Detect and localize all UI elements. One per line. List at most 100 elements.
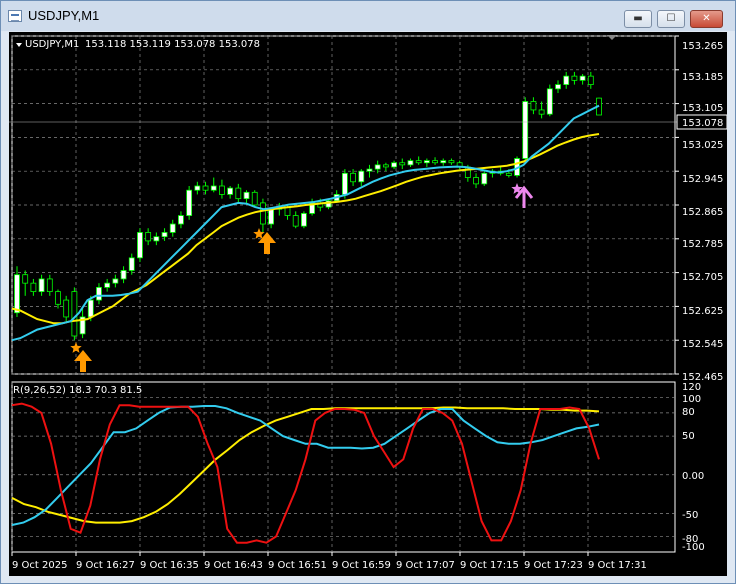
price-tick: 153.105: [682, 103, 723, 114]
candle-body: [161, 232, 168, 238]
candle-body: [194, 185, 201, 191]
close-button[interactable]: ✕: [690, 10, 723, 28]
candle-body: [399, 162, 406, 166]
candle-body: [38, 278, 45, 293]
candle-body: [571, 75, 578, 81]
candle-body: [432, 160, 438, 164]
time-tick: 9 Oct 16:27: [76, 560, 135, 571]
candle-body: [235, 187, 242, 200]
oscillator-lines: [11, 402, 600, 544]
candles: [14, 71, 602, 341]
buy-arrow-icon: [74, 350, 92, 372]
candle-body: [481, 172, 488, 185]
candle-body: [505, 172, 512, 176]
time-tick: 9 Oct 17:07: [396, 560, 455, 571]
osc-tick: 120: [682, 382, 701, 393]
candle-body: [358, 170, 365, 183]
candle-body: [579, 75, 586, 81]
candle-body: [366, 168, 373, 172]
time-tick: 9 Oct 17:31: [588, 560, 647, 571]
time-tick: 9 Oct 16:43: [204, 560, 263, 571]
candle-body: [169, 223, 176, 233]
candle-body: [145, 232, 152, 242]
chart-shift-icon[interactable]: [607, 35, 617, 40]
candle-body: [14, 274, 20, 314]
time-tick: 9 Oct 16:51: [268, 560, 327, 571]
candle-body: [415, 160, 422, 164]
candle-body: [391, 162, 397, 168]
candle-body: [555, 84, 561, 90]
candle-body: [407, 160, 414, 166]
candle-body: [546, 88, 553, 115]
price-axis: 153.265 153.185 153.105 153.025 152.945 …: [682, 41, 723, 383]
candle-body: [268, 208, 275, 225]
candle-body: [301, 213, 307, 227]
oscillator-axis: 120 100 80 50 0.00 -50 -80 -100: [682, 382, 705, 553]
candle-body: [587, 75, 594, 85]
candle-body: [46, 278, 53, 293]
candle-body: [563, 75, 570, 85]
candle-body: [350, 172, 356, 183]
candle-body: [153, 236, 160, 242]
price-tick: 152.785: [682, 239, 723, 250]
chart-window: USDJPY,M1 ▬ ☐ ✕ 153.078 USDJPY,M1 153.11…: [0, 0, 736, 584]
minimize-button[interactable]: ▬: [624, 10, 652, 28]
candle-body: [219, 185, 225, 195]
candle-body: [55, 291, 61, 305]
candle-body: [112, 278, 119, 284]
current-price-label: 153.078: [682, 118, 723, 129]
candle-body: [120, 270, 127, 280]
arrow-shape: [74, 350, 92, 372]
oscillator-yellow-line: [11, 406, 600, 524]
candle-body: [382, 164, 389, 168]
candle-body: [30, 282, 37, 293]
price-tick: 152.865: [682, 207, 723, 218]
oscillator-cyan-line: [11, 405, 600, 526]
main-grid: [11, 35, 679, 375]
candle-body: [128, 257, 135, 271]
candle-body: [522, 101, 529, 159]
chart-canvas[interactable]: 153.078 USDJPY,M1 153.118 153.119 153.07…: [9, 32, 727, 576]
symbol-dropdown-icon[interactable]: [16, 43, 22, 47]
candle-body: [210, 185, 217, 191]
signal-arrows: [70, 183, 534, 372]
candle-body: [448, 160, 455, 164]
oscillator-label: R(9,26,52) 18.3 70.3 81.5: [13, 385, 142, 396]
candle-body: [186, 189, 193, 216]
title-bar[interactable]: USDJPY,M1 ▬ ☐ ✕: [1, 1, 735, 31]
symbol-label: USDJPY,M1: [25, 39, 79, 50]
candle-body: [202, 185, 209, 191]
candle-body: [251, 191, 258, 206]
candle-body: [292, 215, 299, 227]
time-tick: 9 Oct 2025: [12, 560, 67, 571]
candle-body: [63, 299, 70, 318]
candle-body: [530, 101, 537, 111]
osc-tick: 100: [682, 394, 701, 405]
chart-window-icon: [8, 10, 22, 22]
window-title: USDJPY,M1: [28, 8, 100, 23]
price-tick: 153.025: [682, 140, 723, 151]
price-tick: 153.185: [682, 72, 723, 83]
price-tick: 152.545: [682, 339, 723, 350]
osc-tick: 80: [682, 407, 695, 418]
chart-area[interactable]: 153.078 USDJPY,M1 153.118 153.119 153.07…: [9, 32, 727, 576]
maximize-button[interactable]: ☐: [657, 10, 685, 28]
candle-body: [341, 172, 348, 195]
candle-body: [243, 191, 250, 200]
time-tick: 9 Oct 16:59: [332, 560, 391, 571]
candle-body: [71, 291, 78, 337]
time-tick: 9 Oct 17:15: [460, 560, 519, 571]
candle-body: [87, 299, 94, 318]
candle-body: [423, 160, 430, 164]
candle-body: [538, 109, 545, 115]
candle-body: [22, 274, 29, 284]
time-tick: 9 Oct 17:23: [524, 560, 583, 571]
candle-body: [137, 232, 143, 259]
candle-body: [227, 187, 234, 195]
price-tick: 152.625: [682, 306, 723, 317]
osc-tick: -50: [682, 510, 698, 521]
ohlc-readout: 153.118 153.119 153.078 153.078: [85, 39, 260, 50]
candle-body: [473, 177, 479, 185]
price-tick: 152.945: [682, 174, 723, 185]
osc-tick: 0.00: [682, 471, 704, 482]
